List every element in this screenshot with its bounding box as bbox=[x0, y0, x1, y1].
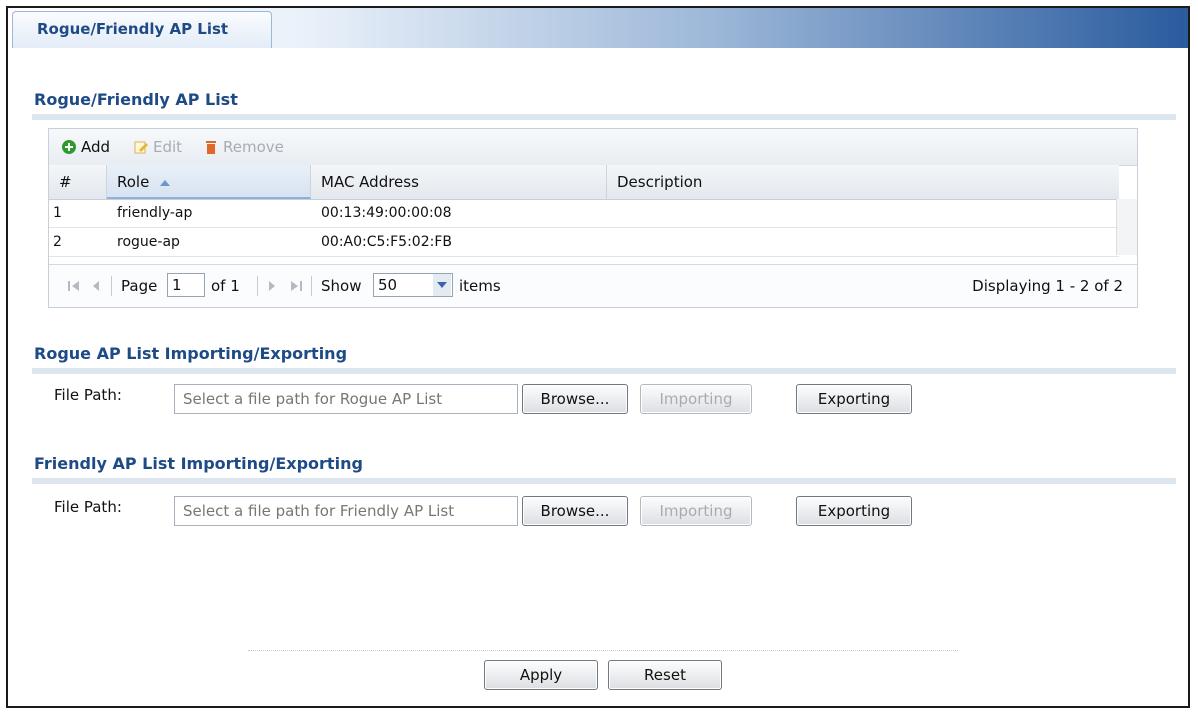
displaying-status: Displaying 1 - 2 of 2 bbox=[972, 277, 1123, 295]
column-header-role-label: Role bbox=[117, 173, 150, 191]
column-header-number[interactable]: # bbox=[49, 165, 107, 199]
column-header-description-label: Description bbox=[617, 173, 703, 191]
section-title-rogue-io: Rogue AP List Importing/Exporting bbox=[34, 344, 348, 363]
tab-rogue-friendly-ap-list[interactable]: Rogue/Friendly AP List bbox=[12, 11, 272, 48]
edit-label: Edit bbox=[153, 138, 183, 156]
prev-page-icon[interactable] bbox=[91, 276, 101, 296]
column-header-description[interactable]: Description bbox=[607, 165, 1119, 199]
column-header-mac-address[interactable]: MAC Address bbox=[311, 165, 607, 199]
items-label: items bbox=[459, 277, 501, 295]
tab-bar: Rogue/Friendly AP List bbox=[8, 8, 1188, 48]
remove-icon bbox=[203, 139, 219, 155]
grid-scrollbar[interactable] bbox=[1116, 199, 1137, 255]
column-header-role[interactable]: Role bbox=[107, 165, 311, 199]
page-count-label: of 1 bbox=[211, 277, 240, 295]
pager-separator bbox=[111, 276, 112, 296]
pager-separator bbox=[257, 276, 258, 296]
row-mac-address: 00:13:49:00:00:08 bbox=[321, 205, 452, 221]
last-page-icon[interactable] bbox=[289, 276, 303, 296]
row-mac-address: 00:A0:C5:F5:02:FB bbox=[321, 234, 452, 250]
section-title-friendly-io: Friendly AP List Importing/Exporting bbox=[34, 454, 363, 473]
grid-header: # Role MAC Address Description bbox=[49, 165, 1119, 200]
remove-button[interactable]: Remove bbox=[203, 137, 284, 157]
rogue-importing-button[interactable]: Importing bbox=[640, 384, 752, 414]
table-row[interactable]: 1 friendly-ap 00:13:49:00:00:08 bbox=[49, 199, 1119, 228]
table-row[interactable]: 2 rogue-ap 00:A0:C5:F5:02:FB bbox=[49, 228, 1119, 257]
friendly-file-path-input[interactable]: Select a file path for Friendly AP List bbox=[174, 496, 518, 526]
first-page-icon[interactable] bbox=[67, 276, 81, 296]
main-panel: Rogue/Friendly AP List Rogue/Friendly AP… bbox=[6, 6, 1190, 708]
column-header-number-label: # bbox=[59, 173, 72, 191]
add-label: Add bbox=[81, 138, 111, 156]
rogue-exporting-button[interactable]: Exporting bbox=[796, 384, 912, 414]
remove-label: Remove bbox=[223, 138, 284, 156]
rogue-browse-button[interactable]: Browse... bbox=[522, 384, 628, 414]
section-title-ap-list: Rogue/Friendly AP List bbox=[34, 90, 238, 109]
add-button[interactable]: Add bbox=[61, 137, 110, 157]
reset-button[interactable]: Reset bbox=[608, 660, 722, 690]
row-role: friendly-ap bbox=[117, 205, 193, 221]
rogue-file-path-input[interactable]: Select a file path for Rogue AP List bbox=[174, 384, 518, 414]
row-number: 1 bbox=[53, 205, 62, 221]
column-header-mac-label: MAC Address bbox=[321, 173, 419, 191]
pagination-bar: Page 1 of 1 Show 50 items Displaying 1 -… bbox=[49, 264, 1137, 307]
next-page-icon[interactable] bbox=[267, 276, 277, 296]
edit-icon bbox=[133, 139, 149, 155]
grid-rows: 1 friendly-ap 00:13:49:00:00:08 2 rogue-… bbox=[49, 199, 1119, 257]
add-icon bbox=[61, 139, 77, 155]
pager-separator bbox=[311, 276, 312, 296]
page-number-input[interactable]: 1 bbox=[167, 273, 205, 297]
section-divider bbox=[32, 114, 1176, 120]
apply-button[interactable]: Apply bbox=[484, 660, 598, 690]
show-label: Show bbox=[321, 277, 362, 295]
items-per-page-value: 50 bbox=[378, 276, 398, 294]
grid-toolbar: Add Edit Remove bbox=[49, 129, 1137, 166]
friendly-importing-button[interactable]: Importing bbox=[640, 496, 752, 526]
row-role: rogue-ap bbox=[117, 234, 180, 250]
friendly-browse-button[interactable]: Browse... bbox=[522, 496, 628, 526]
page-label: Page bbox=[121, 277, 158, 295]
rogue-file-path-label: File Path: bbox=[54, 386, 122, 404]
section-divider bbox=[32, 368, 1176, 374]
edit-button[interactable]: Edit bbox=[133, 137, 182, 157]
friendly-exporting-button[interactable]: Exporting bbox=[796, 496, 912, 526]
friendly-file-path-label: File Path: bbox=[54, 498, 122, 516]
sort-asc-icon bbox=[160, 179, 171, 186]
section-divider bbox=[32, 478, 1176, 484]
row-number: 2 bbox=[53, 234, 62, 250]
ap-list-grid: Add Edit Remove # Role MAC Address Descr… bbox=[48, 128, 1138, 308]
dropdown-icon[interactable] bbox=[433, 274, 451, 296]
footer-divider bbox=[248, 650, 958, 651]
